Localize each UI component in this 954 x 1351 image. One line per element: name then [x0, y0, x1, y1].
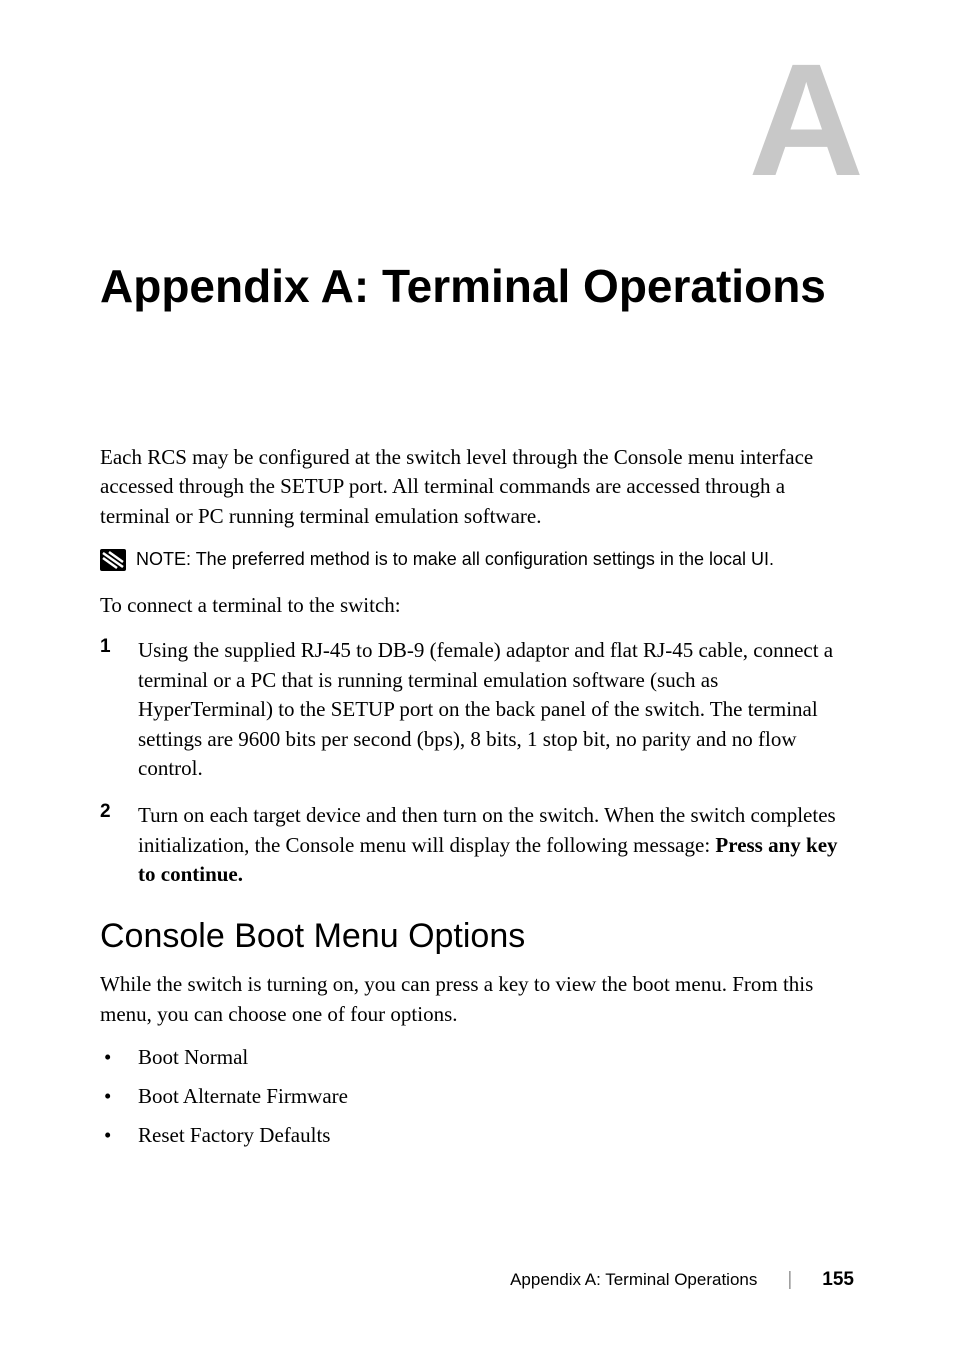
intro-paragraph: Each RCS may be configured at the switch… [100, 443, 854, 531]
list-item: 2 Turn on each target device and then tu… [100, 801, 854, 889]
note-body: The preferred method is to make all conf… [196, 549, 774, 569]
note-icon [100, 549, 126, 571]
bullet-content: Boot Normal [138, 1045, 248, 1070]
page-title: Appendix A: Terminal Operations [100, 260, 854, 313]
note-label: NOTE: [136, 549, 196, 569]
bullet-marker: • [100, 1084, 138, 1109]
list-marker: 1 [100, 636, 138, 783]
page-footer: Appendix A: Terminal Operations | 155 [510, 1269, 854, 1291]
bullet-marker: • [100, 1123, 138, 1148]
list-marker: 2 [100, 801, 138, 889]
footer-text: Appendix A: Terminal Operations [510, 1270, 757, 1290]
bullet-marker: • [100, 1045, 138, 1070]
list-item: 1 Using the supplied RJ-45 to DB-9 (fema… [100, 636, 854, 783]
list-item: • Boot Alternate Firmware [100, 1084, 854, 1109]
footer-page-number: 155 [822, 1269, 854, 1291]
list-content: Using the supplied RJ-45 to DB-9 (female… [138, 636, 854, 783]
bullet-content: Reset Factory Defaults [138, 1123, 330, 1148]
list-item: • Reset Factory Defaults [100, 1123, 854, 1148]
note-text: NOTE: The preferred method is to make al… [136, 547, 774, 571]
list-content: Turn on each target device and then turn… [138, 801, 854, 889]
section-body: While the switch is turning on, you can … [100, 970, 854, 1029]
note-block: NOTE: The preferred method is to make al… [100, 547, 854, 571]
bullet-content: Boot Alternate Firmware [138, 1084, 348, 1109]
bullet-list: • Boot Normal • Boot Alternate Firmware … [100, 1045, 854, 1148]
numbered-list: 1 Using the supplied RJ-45 to DB-9 (fema… [100, 636, 854, 889]
footer-divider: | [787, 1269, 792, 1291]
appendix-letter: A [100, 40, 864, 200]
connect-intro: To connect a terminal to the switch: [100, 593, 854, 618]
list-item: • Boot Normal [100, 1045, 854, 1070]
section-heading: Console Boot Menu Options [100, 917, 854, 956]
